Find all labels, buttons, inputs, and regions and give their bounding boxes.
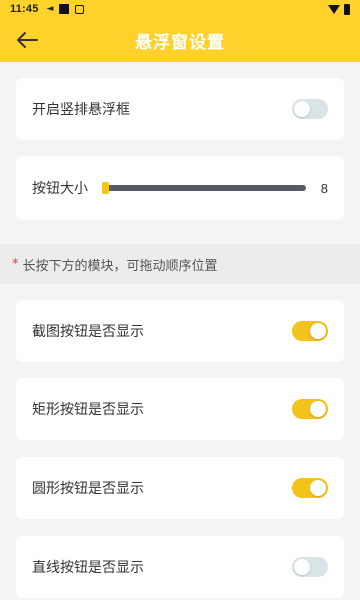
notification-square-icon: [59, 4, 70, 14]
toggle-knob: [294, 559, 310, 575]
button-size-slider[interactable]: [102, 178, 306, 198]
toggle-knob: [310, 401, 326, 417]
toggle-knob: [294, 101, 310, 117]
rectangle-button-label: 矩形按钮是否显示: [32, 402, 144, 418]
setting-card-button-size: 按钮大小 8: [16, 156, 344, 220]
setting-card-line-button[interactable]: 直线按钮是否显示: [16, 536, 344, 598]
back-button[interactable]: [12, 26, 42, 54]
battery-icon: [344, 3, 350, 15]
button-size-value: 8: [320, 180, 328, 196]
hint-text: 长按下方的模块，可拖动顺序位置: [22, 258, 218, 274]
screenshot-button-toggle[interactable]: [292, 321, 328, 341]
line-button-label: 直线按钮是否显示: [32, 560, 144, 576]
status-time: 11:45: [10, 3, 39, 15]
back-arrow-icon: [17, 32, 38, 48]
toggle-knob: [310, 480, 326, 496]
status-bar: 11:45 ◄: [0, 0, 360, 18]
screenshot-button-label: 截图按钮是否显示: [32, 324, 144, 340]
vertical-float-label: 开启竖排悬浮框: [32, 102, 130, 118]
app-bar: 悬浮窗设置: [0, 18, 360, 62]
setting-card-circle-button[interactable]: 圆形按钮是否显示: [16, 457, 344, 519]
slider-track: [102, 185, 306, 191]
line-button-toggle[interactable]: [292, 557, 328, 577]
status-icons-left: ◄: [47, 4, 85, 14]
wifi-icon: [328, 4, 340, 14]
page-title: 悬浮窗设置: [135, 32, 225, 53]
rectangle-button-toggle[interactable]: [292, 399, 328, 419]
setting-card-vertical-float: 开启竖排悬浮框: [16, 78, 344, 140]
toggle-knob: [310, 323, 326, 339]
navigation-arrow-icon: ◄: [46, 4, 54, 14]
slider-thumb[interactable]: [102, 182, 109, 194]
drag-hint: * 长按下方的模块，可拖动顺序位置: [0, 244, 360, 284]
vertical-float-toggle[interactable]: [292, 99, 328, 119]
hint-marker: *: [12, 256, 19, 272]
button-size-label: 按钮大小: [32, 181, 88, 197]
status-icons-right: [328, 3, 350, 15]
setting-card-rectangle-button[interactable]: 矩形按钮是否显示: [16, 378, 344, 440]
plus-box-icon: [75, 4, 85, 14]
circle-button-toggle[interactable]: [292, 478, 328, 498]
circle-button-label: 圆形按钮是否显示: [32, 481, 144, 497]
setting-card-screenshot-button[interactable]: 截图按钮是否显示: [16, 300, 344, 362]
